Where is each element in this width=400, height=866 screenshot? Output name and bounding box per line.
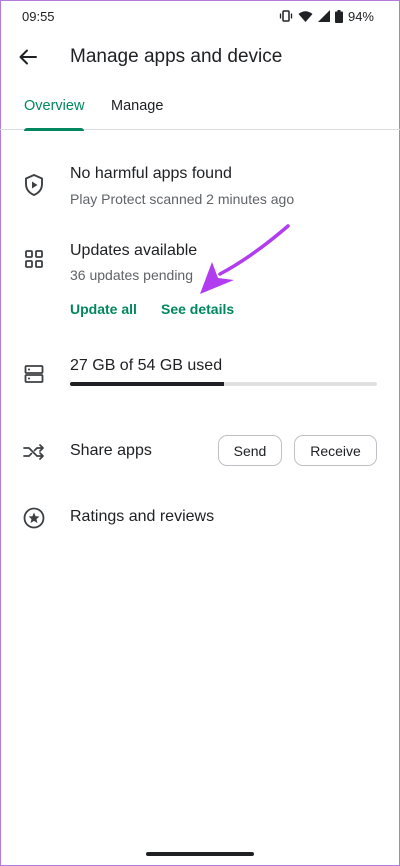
annotation-arrow: [200, 224, 290, 294]
status-bar: 09:55 94%: [0, 0, 400, 32]
tab-manage[interactable]: Manage: [111, 82, 163, 130]
tab-active-indicator: [24, 128, 85, 131]
update-all-button[interactable]: Update all: [70, 301, 137, 317]
storage-progress-fill: [70, 382, 224, 386]
send-button[interactable]: Send: [218, 435, 282, 466]
shield-play-icon: [22, 173, 46, 197]
protect-title: No harmful apps found: [70, 165, 232, 182]
wifi-icon: [298, 10, 313, 22]
battery-icon: [334, 9, 343, 23]
status-time: 09:55: [22, 8, 55, 24]
page-title: Manage apps and device: [70, 46, 283, 67]
tab-bar: Overview Manage: [0, 82, 400, 131]
tab-overview-label: Overview: [24, 98, 85, 114]
tab-manage-label: Manage: [111, 98, 164, 114]
share-arrows-icon: [22, 440, 46, 464]
signal-icon: [317, 10, 330, 22]
share-apps-label: Share apps: [70, 442, 152, 459]
star-circle-icon: [22, 506, 46, 530]
battery-percent: 94%: [347, 8, 374, 24]
updates-title: Updates available: [70, 242, 198, 259]
arrow-back-icon: [19, 49, 37, 65]
apps-grid-icon: [22, 247, 46, 271]
see-details-button[interactable]: See details: [161, 301, 234, 317]
receive-button[interactable]: Receive: [294, 435, 377, 466]
vibrate-icon: [279, 10, 293, 22]
ratings-label: Ratings and reviews: [70, 508, 215, 525]
tab-overview[interactable]: Overview: [24, 82, 85, 131]
protect-subtitle: Play Protect scanned 2 minutes ago: [70, 191, 295, 207]
updates-subtitle: 36 updates pending: [70, 267, 193, 283]
storage-label: 27 GB of 54 GB used: [70, 357, 223, 374]
app-bar: Manage apps and device: [0, 32, 400, 82]
home-indicator[interactable]: [146, 852, 254, 856]
storage-icon: [22, 362, 46, 386]
status-icons: 94%: [279, 9, 374, 24]
storage-progress-bar: [70, 382, 377, 386]
back-button[interactable]: [4, 33, 52, 81]
